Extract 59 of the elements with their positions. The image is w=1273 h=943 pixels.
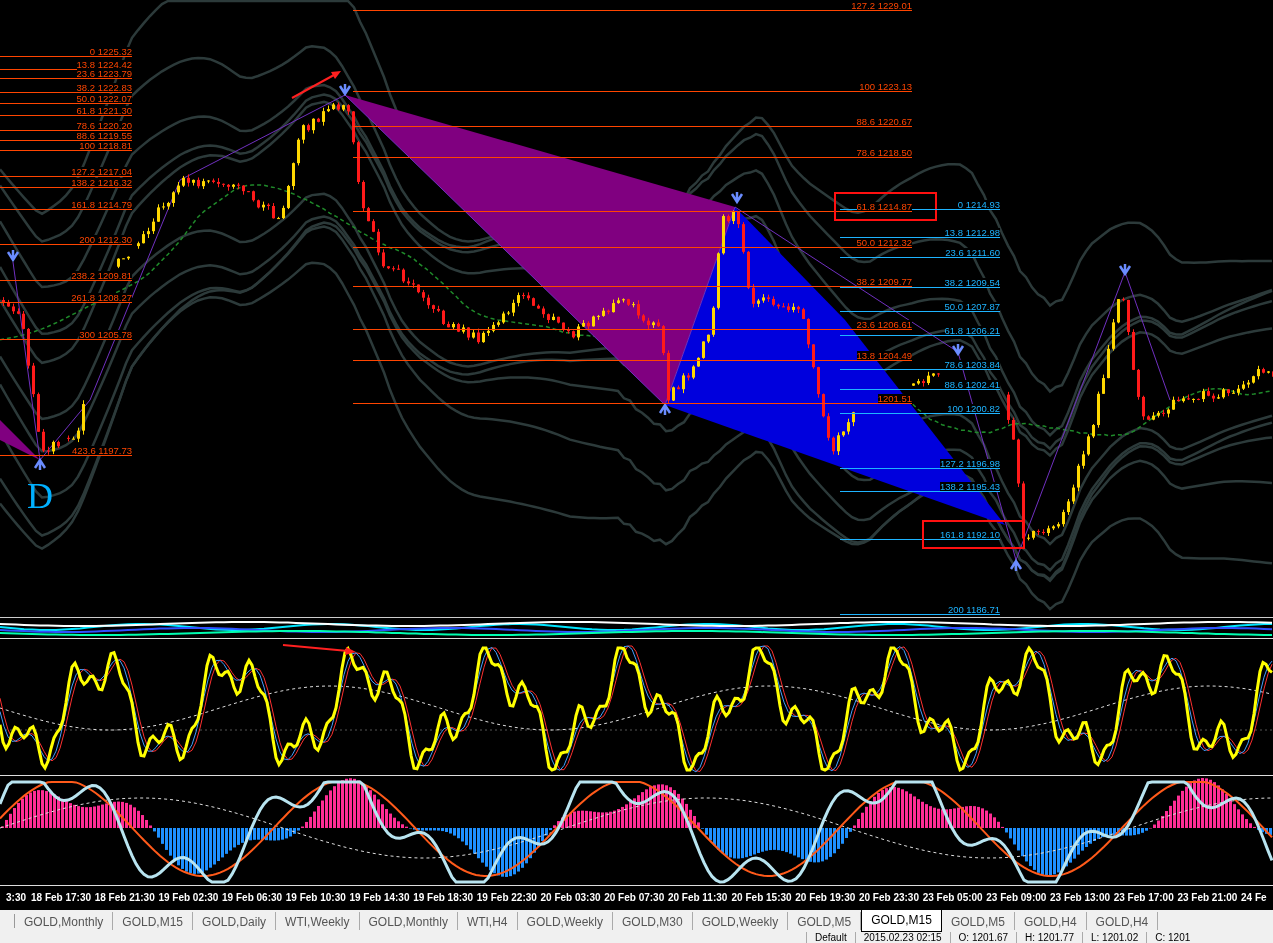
fibonacci-level: 100 1223.13	[353, 82, 912, 92]
chart-tab[interactable]: GOLD,Weekly	[517, 912, 613, 930]
time-axis-label: 23 Feb 17:00	[1112, 891, 1175, 903]
time-axis-label: 20 Feb 03:30	[539, 891, 602, 903]
time-axis-label: 24 Fe	[1240, 891, 1268, 903]
time-axis-label: 19 Feb 18:30	[412, 891, 474, 903]
time-axis-label: 18 Feb 17:30	[30, 891, 92, 903]
fibonacci-level: 100 1218.81	[0, 141, 132, 151]
status-field: H: 1201.77	[1016, 932, 1082, 943]
status-field: C: 1201	[1146, 932, 1199, 943]
time-axis-label: 19 Feb 02:30	[157, 891, 220, 903]
chart-tab[interactable]: GOLD,M15	[113, 912, 194, 930]
fibonacci-level: 127.2 1229.01	[353, 1, 912, 11]
time-axis-label: 18 Feb 21:30	[93, 891, 156, 903]
fibonacci-level: 138.2 1216.32	[0, 178, 132, 188]
status-field: L: 1201.02	[1081, 932, 1147, 943]
chart-tab[interactable]: GOLD,M5	[941, 912, 1015, 930]
fibonacci-level: 61.8 1221.30	[0, 106, 132, 116]
fibonacci-level: 200 1212.30	[0, 235, 132, 245]
time-axis-label: 19 Feb 06:30	[221, 891, 283, 903]
chart-tab[interactable]: GOLD,H4	[1014, 912, 1087, 930]
chart-tab[interactable]: WTI,Weekly	[276, 912, 360, 930]
fibonacci-level: 78.6 1218.50	[353, 148, 912, 158]
status-field: Default	[806, 932, 855, 943]
status-field: 2015.02.23 02:15	[854, 932, 950, 943]
fibonacci-level: 161.8 1192.10	[840, 530, 1000, 540]
chart-tab[interactable]: GOLD,H4	[1086, 912, 1159, 930]
chart-tab[interactable]: GOLD,M15	[861, 910, 942, 932]
fibonacci-level: 88.6 1220.67	[353, 117, 912, 127]
time-axis-label: 19 Feb 14:30	[348, 891, 411, 903]
chart-tab[interactable]: GOLD,Monthly	[15, 912, 114, 930]
time-axis-label: 20 Feb 23:30	[857, 891, 920, 903]
time-axis-label: 23 Feb 09:00	[985, 891, 1047, 903]
fibonacci-level: 127.2 1217.04	[0, 167, 132, 177]
time-axis-label: 23 Feb 13:00	[1049, 891, 1111, 903]
fibonacci-level: 238.2 1209.81	[0, 271, 132, 281]
fibonacci-level: 50.0 1222.07	[0, 94, 132, 104]
chart-tab[interactable]: GOLD,Daily	[193, 912, 277, 930]
time-axis-label: 20 Feb 15:30	[730, 891, 793, 903]
chart-tab[interactable]: GOLD,Monthly	[359, 912, 458, 930]
fibonacci-level: 161.8 1214.79	[0, 200, 132, 210]
fibonacci-level: 38.2 1222.83	[0, 83, 132, 93]
time-axis-label: 23 Feb 21:00	[1176, 891, 1239, 903]
chart-tab[interactable]: WTI,H4	[457, 912, 518, 930]
time-axis-label: 20 Feb 11:30	[666, 891, 729, 903]
chart-tab[interactable]: GOLD,Weekly	[692, 912, 789, 930]
time-axis-label: 19 Feb 10:30	[284, 891, 347, 903]
fibonacci-level: 23.6 1223.79	[0, 69, 132, 79]
time-axis-label: 23 Feb 05:00	[921, 891, 984, 903]
fibonacci-level: 261.8 1208.27	[0, 293, 132, 303]
fibonacci-level: 200 1186.71	[840, 605, 1000, 615]
time-axis-label: 20 Feb 19:30	[794, 891, 856, 903]
status-field: O: 1201.67	[949, 932, 1017, 943]
pattern-point-label: D	[27, 476, 53, 516]
time-axis-label: 3:30	[5, 891, 27, 903]
time-axis-label: 19 Feb 22:30	[475, 891, 538, 903]
time-axis-label: 20 Feb 07:30	[603, 891, 665, 903]
fibonacci-level: 0 1225.32	[0, 47, 132, 57]
chart-tab[interactable]: GOLD,M30	[613, 912, 693, 930]
